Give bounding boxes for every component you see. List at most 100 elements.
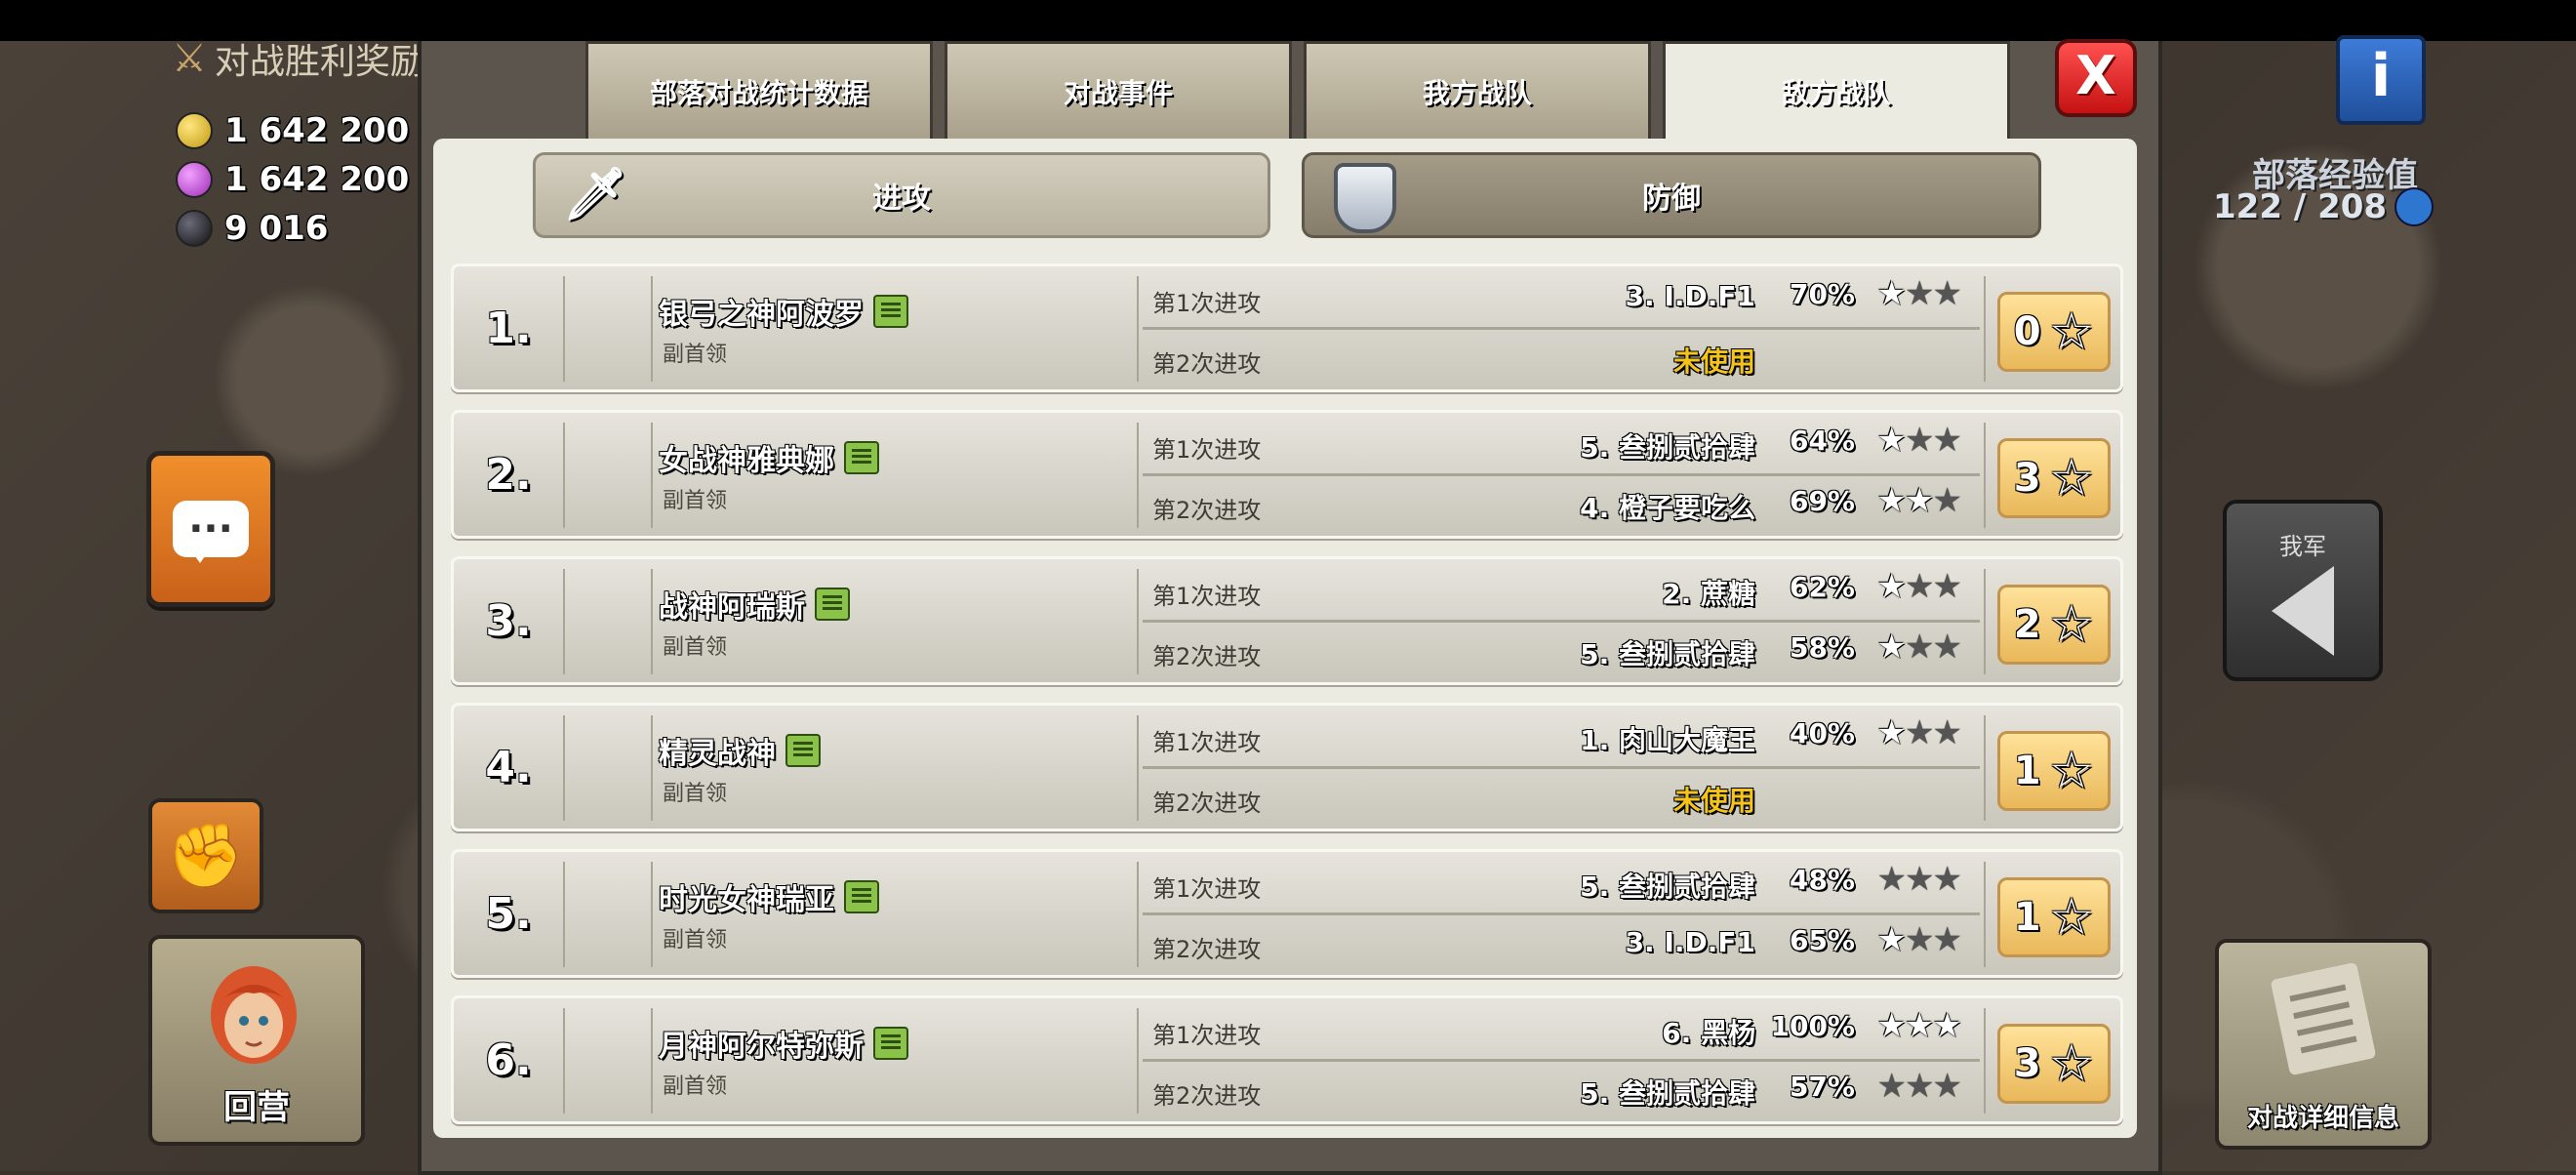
- chat-button[interactable]: ···: [146, 451, 275, 607]
- divider: [1137, 862, 1139, 967]
- total-stars-badge: 1 ☆: [1997, 731, 2111, 811]
- star-filled-icon: ★: [1876, 421, 1908, 460]
- total-stars-value: 1: [2013, 895, 2041, 940]
- attack-toggle-button[interactable]: 🗡 进攻: [533, 152, 1270, 238]
- attack-target: 5. 叁捌贰拾肆: [1580, 1077, 1755, 1110]
- defense-toggle-button[interactable]: 防御: [1302, 152, 2041, 238]
- attack-destruction-percent: 62%: [1789, 571, 1855, 603]
- member-name-text: 银弓之神阿波罗: [659, 298, 864, 332]
- profile-notes-icon[interactable]: [844, 880, 879, 913]
- divider: [563, 423, 565, 528]
- attack-label: 第2次进攻: [1152, 497, 1262, 524]
- total-stars-value: 3: [2013, 1041, 2041, 1086]
- attack-log-button[interactable]: ✊: [148, 798, 263, 913]
- member-row[interactable]: 1. 银弓之神阿波罗 副首领 第1次进攻 3. I.D.F1 70% ★★★ 第2次进攻 未使用…: [451, 263, 2123, 392]
- attack-stars: ★★★: [1876, 421, 1963, 460]
- attack-stars: ★★★: [1877, 274, 1963, 313]
- attack-target: 3. I.D.F1: [1625, 280, 1755, 312]
- member-row[interactable]: 3. 战神阿瑞斯 副首领 第1次进攻 2. 蔗糖 62% ★★★ 第2次进攻 5. 叁捌贰拾肆 5…: [451, 556, 2123, 685]
- member-rank: 3.: [485, 595, 532, 646]
- member-row[interactable]: 4. 精灵战神 副首领 第1次进攻 1. 肉山大魔王 40% ★★★ 第2次进攻 未使用 1 ☆: [451, 703, 2123, 831]
- attack-entry: 第1次进攻 5. 叁捌贰拾肆 64% ★★★: [1143, 417, 1980, 476]
- star-empty-icon: ★: [1932, 713, 1963, 752]
- enemy-member-list: 1. 银弓之神阿波罗 副首领 第1次进攻 3. I.D.F1 70% ★★★ 第2次进攻 未使用…: [451, 263, 2123, 1142]
- star-empty-icon: ★: [1932, 920, 1963, 959]
- star-filled-icon: ★: [1876, 1006, 1908, 1045]
- total-stars-value: 0: [2013, 309, 2041, 354]
- attack-label: 第1次进攻: [1152, 436, 1262, 464]
- attack-entry: 第2次进攻 3. I.D.F1 65% ★★★: [1143, 916, 1980, 973]
- total-stars-badge: 0 ☆: [1997, 292, 2111, 372]
- member-role: 副首领: [663, 635, 728, 660]
- tab-bar: 部落对战统计数据 对战事件 我方战队 敌方战队: [585, 41, 2010, 139]
- gold-resource: 1 642 200: [176, 111, 409, 150]
- home-label: 回营: [223, 1088, 290, 1127]
- our-team-button[interactable]: 我军: [2223, 500, 2383, 681]
- star-empty-icon: ★: [1932, 421, 1963, 460]
- divider: [1984, 569, 1986, 674]
- member-name: 月神阿尔特弥斯: [659, 1022, 908, 1065]
- star-icon: ☆: [2048, 449, 2095, 507]
- member-name-text: 精灵战神: [659, 737, 776, 771]
- attack-stars: ★★★: [1877, 920, 1963, 959]
- member-row[interactable]: 2. 女战神雅典娜 副首领 第1次进攻 5. 叁捌贰拾肆 64% ★★★ 第2次进攻 4. 橙子…: [451, 410, 2123, 539]
- attack-stars: ★★★: [1876, 1067, 1962, 1106]
- attack-label: 第1次进攻: [1152, 1022, 1262, 1049]
- profile-notes-icon[interactable]: [873, 295, 908, 328]
- attack-stars: ★★★: [1877, 567, 1962, 606]
- total-stars-badge: 3 ☆: [1997, 1024, 2111, 1104]
- gold-icon: [176, 112, 213, 149]
- star-empty-icon: ★: [1905, 628, 1935, 667]
- divider: [1984, 276, 1986, 382]
- star-filled-icon: ★: [1905, 481, 1935, 520]
- attack-destruction-percent: 58%: [1789, 631, 1855, 664]
- tab-enemy-team[interactable]: 敌方战队: [1663, 41, 2010, 139]
- profile-notes-icon[interactable]: [815, 588, 850, 621]
- attack-stars: ★★★: [1877, 481, 1962, 520]
- star-filled-icon: ★: [1876, 713, 1908, 752]
- attack-entry: 第1次进攻 3. I.D.F1 70% ★★★: [1143, 270, 1980, 330]
- star-icon: ☆: [2048, 1034, 2095, 1093]
- profile-notes-icon[interactable]: [785, 734, 821, 767]
- attack-entry: 第1次进攻 6. 黑杨 100% ★★★: [1143, 1002, 1980, 1062]
- star-filled-icon: ★: [1905, 1006, 1935, 1045]
- tab-our-team[interactable]: 我方战队: [1304, 41, 1651, 139]
- attack-label: 第2次进攻: [1152, 936, 1262, 963]
- tab-war-events[interactable]: 对战事件: [945, 41, 1292, 139]
- member-role: 副首领: [663, 928, 728, 952]
- attack-destruction-percent: 65%: [1789, 924, 1855, 956]
- star-icon: ☆: [2048, 303, 2095, 361]
- divider: [651, 862, 653, 967]
- profile-notes-icon[interactable]: [873, 1027, 908, 1060]
- member-row[interactable]: 5. 时光女神瑞亚 副首领 第1次进攻 5. 叁捌贰拾肆 48% ★★★ 第2次进攻 3. I.…: [451, 849, 2123, 978]
- star-empty-icon: ★: [1905, 920, 1935, 959]
- star-empty-icon: ★: [1932, 274, 1963, 313]
- member-rank: 6.: [485, 1034, 532, 1085]
- tab-war-stats[interactable]: 部落对战统计数据: [585, 41, 933, 139]
- war-details-label: 对战详细信息: [2246, 1104, 2399, 1133]
- member-rank: 5.: [485, 888, 532, 939]
- home-button[interactable]: 回营: [148, 935, 365, 1146]
- member-role: 副首领: [663, 343, 728, 367]
- member-name-text: 月神阿尔特弥斯: [659, 1030, 864, 1064]
- attack-entry: 第2次进攻 4. 橙子要吃么 69% ★★★: [1143, 477, 1980, 534]
- profile-notes-icon[interactable]: [844, 441, 879, 474]
- divider: [651, 423, 653, 528]
- star-empty-icon: ★: [1876, 1067, 1908, 1106]
- info-button[interactable]: i: [2336, 35, 2426, 125]
- attack-target: 5. 叁捌贰拾肆: [1580, 431, 1755, 464]
- divider: [1984, 862, 1986, 967]
- star-empty-icon: ★: [1905, 1067, 1935, 1106]
- member-row[interactable]: 6. 月神阿尔特弥斯 副首领 第1次进攻 6. 黑杨 100% ★★★ 第2次进攻 5. 叁捌贰…: [451, 995, 2123, 1124]
- total-stars-badge: 2 ☆: [1997, 585, 2111, 665]
- war-reward-label: ⚔ 对战胜利奖励: [172, 36, 425, 82]
- our-team-label: 我军: [2279, 533, 2326, 560]
- total-stars-value: 2: [2013, 602, 2041, 647]
- member-rank: 4.: [485, 742, 532, 792]
- divider: [1984, 1008, 1986, 1114]
- divider: [1137, 423, 1139, 528]
- info-icon: i: [2370, 42, 2392, 110]
- close-button[interactable]: X: [2055, 39, 2137, 117]
- war-details-button[interactable]: 对战详细信息: [2215, 939, 2432, 1150]
- total-stars-value: 1: [2013, 749, 2041, 793]
